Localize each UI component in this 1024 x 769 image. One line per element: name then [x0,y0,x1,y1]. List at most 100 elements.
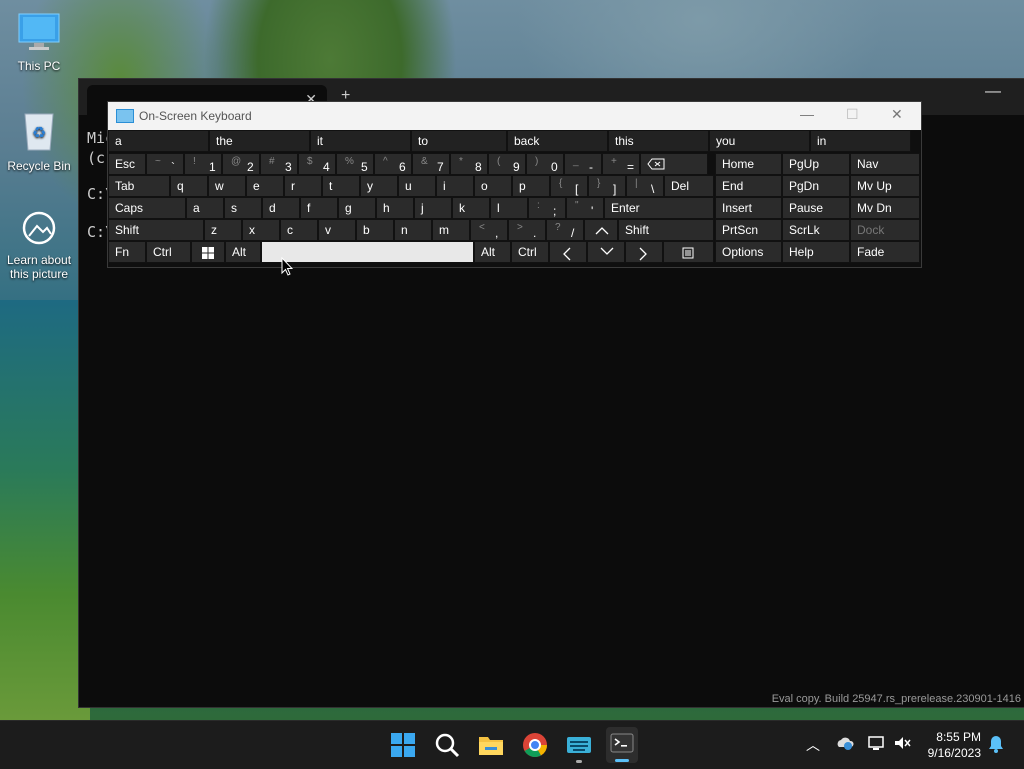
key-fn[interactable]: Fn [108,241,146,263]
key-punct-row4-0[interactable]: <, [470,219,508,241]
key-f[interactable]: f [300,197,338,219]
volume-muted-icon[interactable] [893,735,911,754]
chrome-icon[interactable] [521,731,549,759]
key-mv-up[interactable]: Mv Up [850,175,920,197]
clock[interactable]: 8:55 PM 9/16/2023 [923,730,981,760]
key-v[interactable]: v [318,219,356,241]
key-fade[interactable]: Fade [850,241,920,263]
network-icon[interactable] [867,735,885,754]
search-icon[interactable] [433,731,461,759]
key-u[interactable]: u [398,175,436,197]
key-a[interactable]: a [186,197,224,219]
key-insert[interactable]: Insert [715,197,782,219]
prediction-3[interactable]: to [411,130,507,152]
chevron-up-icon[interactable]: ︿ [806,735,820,755]
key-pause[interactable]: Pause [782,197,850,219]
key-r[interactable]: r [284,175,322,197]
key-ctrl-right[interactable]: Ctrl [511,241,549,263]
key-i[interactable]: i [436,175,474,197]
key-5[interactable]: % 5 [336,153,374,175]
key-d[interactable]: d [262,197,300,219]
key-dock[interactable]: Dock [850,219,920,241]
key-`[interactable]: ~ ` [146,153,184,175]
key-bracket-2[interactable]: | \ [626,175,664,197]
key-2[interactable]: @2 [222,153,260,175]
key-menu[interactable] [663,241,714,263]
key-del[interactable]: Del [664,175,714,197]
key-j[interactable]: j [414,197,452,219]
key-c[interactable]: c [280,219,318,241]
key-4[interactable]: $4 [298,153,336,175]
key-m[interactable]: m [432,219,470,241]
key-7[interactable]: & 7 [412,153,450,175]
key-b[interactable]: b [356,219,394,241]
key-punct-row4-1[interactable]: >. [508,219,546,241]
key-0[interactable]: ) 0 [526,153,564,175]
key-ctrl-left[interactable]: Ctrl [146,241,191,263]
key-p[interactable]: p [512,175,550,197]
prediction-2[interactable]: it [310,130,411,152]
close-icon[interactable]: ✕ [891,106,903,123]
key-enter[interactable]: Enter [604,197,714,219]
key-backspace[interactable] [640,153,708,175]
key-6[interactable]: ^ 6 [374,153,412,175]
onedrive-icon[interactable] [836,735,854,754]
file-explorer-icon[interactable] [477,731,505,759]
key-l[interactable]: l [490,197,528,219]
key-shift-right[interactable]: Shift [618,219,714,241]
key-punct-0[interactable]: :; [528,197,566,219]
minimize-icon[interactable]: — [985,83,1001,101]
osk-titlebar[interactable]: On-Screen Keyboard — ☐ ✕ [108,102,921,130]
key-k[interactable]: k [452,197,490,219]
key-windows[interactable] [191,241,225,263]
desktop-icon-learn[interactable]: Learn about this picture [3,210,75,281]
minimize-icon[interactable]: — [800,106,814,122]
key-arrow-left[interactable] [549,241,587,263]
prediction-0[interactable]: a [108,130,209,152]
key-home[interactable]: Home [715,153,782,175]
key-pgdn[interactable]: PgDn [782,175,850,197]
key-tab[interactable]: Tab [108,175,170,197]
key-s[interactable]: s [224,197,262,219]
key-end[interactable]: End [715,175,782,197]
start-icon[interactable] [389,731,417,759]
key-options[interactable]: Options [715,241,782,263]
key-9[interactable]: (9 [488,153,526,175]
key-punct-row4-2[interactable]: ? / [546,219,584,241]
key-8[interactable]: * 8 [450,153,488,175]
key-arrow-down[interactable] [587,241,625,263]
key-punct-1[interactable]: " ' [566,197,604,219]
key-o[interactable]: o [474,175,512,197]
key-1[interactable]: ! 1 [184,153,222,175]
on-screen-keyboard-taskbar-icon[interactable] [565,731,593,763]
key-e[interactable]: e [246,175,284,197]
prediction-1[interactable]: the [209,130,310,152]
key-help[interactable]: Help [782,241,850,263]
key-nav[interactable]: Nav [850,153,920,175]
key-pgup[interactable]: PgUp [782,153,850,175]
key-h[interactable]: h [376,197,414,219]
terminal-taskbar-icon[interactable] [606,727,638,763]
key-bracket-1[interactable]: }] [588,175,626,197]
key-arrow-right[interactable] [625,241,663,263]
key-alt-right[interactable]: Alt [474,241,511,263]
key-y[interactable]: y [360,175,398,197]
prediction-7[interactable]: in [810,130,911,152]
desktop-icon-recycle-bin[interactable]: ♻ Recycle Bin [3,108,75,173]
key-caps[interactable]: Caps [108,197,186,219]
maximize-icon[interactable]: ☐ [846,106,859,123]
notification-bell-icon[interactable] [988,735,1004,756]
key-arrow-up[interactable] [584,219,618,241]
key-g[interactable]: g [338,197,376,219]
key-=[interactable]: + = [602,153,640,175]
key-esc[interactable]: Esc [108,153,146,175]
key-q[interactable]: q [170,175,208,197]
key-bracket-0[interactable]: {[ [550,175,588,197]
key-n[interactable]: n [394,219,432,241]
prediction-4[interactable]: back [507,130,608,152]
desktop-icon-this-pc[interactable]: This PC [3,12,75,73]
key-scrlk[interactable]: ScrLk [782,219,850,241]
key-z[interactable]: z [204,219,242,241]
key-alt-left[interactable]: Alt [225,241,261,263]
key-x[interactable]: x [242,219,280,241]
